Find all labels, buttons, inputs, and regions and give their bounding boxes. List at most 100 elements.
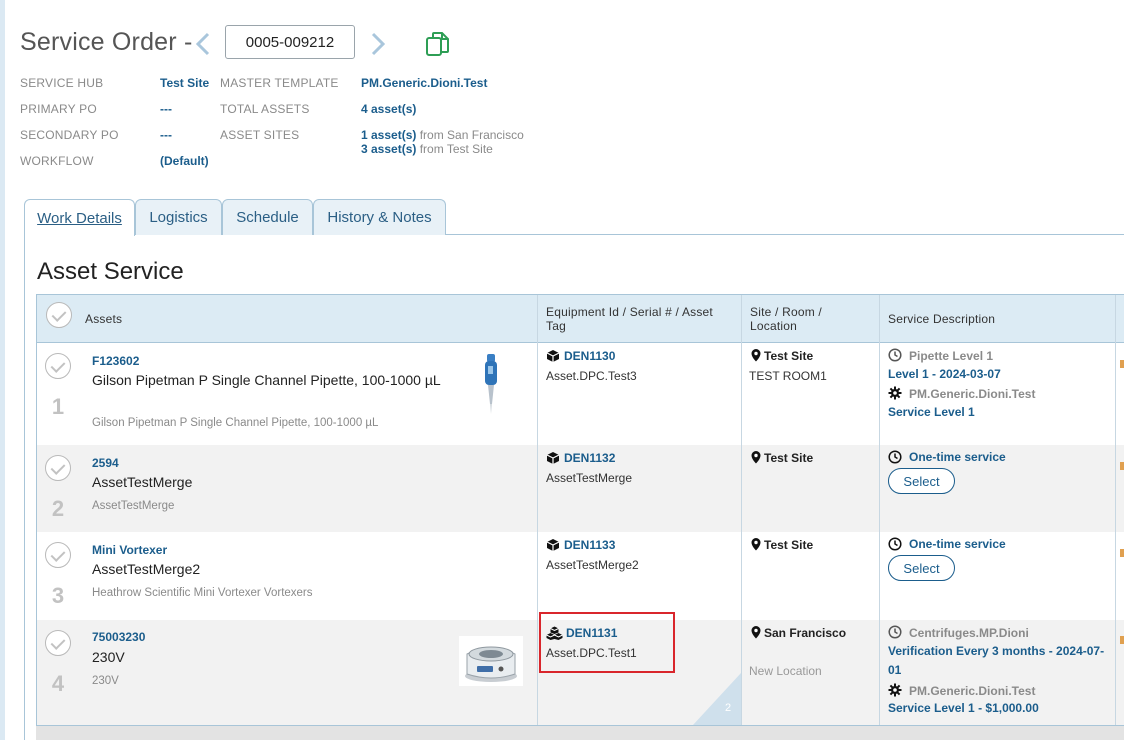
map-pin-icon	[751, 538, 761, 551]
gear-icon	[888, 386, 902, 400]
asset-site-2[interactable]: 3 asset(s) from Test Site	[361, 142, 493, 156]
workflow-label: WORKFLOW	[20, 154, 94, 168]
total-assets-value[interactable]: 4 asset(s)	[361, 102, 416, 116]
col-service[interactable]: Service Description	[880, 295, 1116, 343]
tab-schedule[interactable]: Schedule	[222, 199, 313, 235]
service-pm[interactable]: PM.Generic.Dioni.Test	[909, 684, 1035, 698]
site-name: San Francisco	[764, 626, 847, 640]
site-location: New Location	[749, 664, 822, 678]
equipment-tag: AssetTestMerge2	[546, 558, 639, 572]
col-equipment[interactable]: Equipment Id / Serial # / Asset Tag	[538, 295, 742, 343]
row-checkbox[interactable]	[45, 630, 71, 656]
chevron-left-icon[interactable]	[193, 30, 213, 58]
clock-icon	[888, 348, 902, 362]
copy-icon[interactable]	[424, 30, 452, 58]
status-marker	[1120, 462, 1124, 470]
row-number: 2	[51, 496, 65, 521]
one-time-service[interactable]: One-time service	[909, 535, 1006, 554]
asset-description: Gilson Pipetman P Single Channel Pipette…	[92, 417, 379, 429]
clock-icon	[888, 450, 902, 464]
map-pin-icon	[751, 626, 761, 639]
master-template-value[interactable]: PM.Generic.Dioni.Test	[361, 76, 487, 90]
status-marker	[1120, 360, 1124, 368]
centrifuge-image	[459, 636, 523, 691]
asset-id-link[interactable]: F123602	[92, 354, 139, 368]
map-pin-icon	[751, 349, 761, 362]
master-template-label: MASTER TEMPLATE	[220, 76, 339, 90]
service-verification[interactable]: Verification Every 3 months - 2024-07-	[888, 642, 1104, 661]
equipment-tag: Asset.DPC.Test3	[546, 369, 637, 383]
asset-sites-label: ASSET SITES	[220, 128, 300, 142]
service-level[interactable]: Service Level 1	[888, 403, 975, 422]
asset-description: AssetTestMerge	[92, 500, 175, 512]
status-marker	[1120, 636, 1124, 644]
row-number: 1	[51, 394, 65, 419]
asset-id-link[interactable]: 2594	[92, 456, 119, 470]
row-checkbox[interactable]	[45, 353, 71, 379]
section-title: Asset Service	[37, 258, 184, 285]
primary-po-value: ---	[160, 102, 172, 116]
equipment-id-link[interactable]: DEN1133	[564, 538, 615, 552]
primary-po-label: PRIMARY PO	[20, 102, 97, 116]
service-pm[interactable]: PM.Generic.Dioni.Test	[909, 387, 1035, 401]
asset-name: AssetTestMerge	[92, 474, 193, 490]
one-time-service[interactable]: One-time service	[909, 448, 1006, 467]
gear-icon	[888, 683, 902, 697]
tab-work-details[interactable]: Work Details	[24, 199, 135, 236]
column-divider	[741, 295, 742, 725]
chevron-right-icon[interactable]	[368, 30, 388, 58]
col-site[interactable]: Site / Room / Location	[742, 295, 880, 343]
service-template[interactable]: Pipette Level 1	[909, 349, 993, 363]
select-service-button[interactable]: Select	[888, 555, 955, 581]
service-level[interactable]: Service Level 1 - $1,000.00	[888, 699, 1039, 718]
equipment-id-link[interactable]: DEN1132	[564, 451, 615, 465]
asset-description: Heathrow Scientific Mini Vortexer Vortex…	[92, 587, 313, 599]
site-room: TEST ROOM1	[749, 369, 827, 383]
tab-history-notes[interactable]: History & Notes	[313, 199, 446, 235]
box-icon	[546, 350, 560, 362]
corner-count: 2	[725, 702, 732, 714]
equipment-tag: AssetTestMerge	[546, 471, 633, 485]
secondary-po-value: ---	[160, 128, 172, 142]
tab-logistics[interactable]: Logistics	[135, 199, 222, 235]
left-edge-strip	[0, 0, 5, 740]
select-service-button[interactable]: Select	[888, 468, 955, 494]
map-pin-icon	[751, 451, 761, 464]
table-header: Assets Equipment Id / Serial # / Asset T…	[37, 295, 1124, 343]
col-assets[interactable]: Assets	[77, 295, 537, 343]
corner-count-badge[interactable]: 2	[693, 673, 741, 725]
page-title: Service Order -	[20, 27, 193, 56]
box-icon	[546, 539, 560, 551]
row-number: 4	[51, 671, 65, 696]
asset-id-link[interactable]: Mini Vortexer	[92, 543, 167, 557]
asset-name: Gilson Pipetman P Single Channel Pipette…	[92, 372, 441, 388]
column-divider	[879, 295, 880, 725]
asset-name: AssetTestMerge2	[92, 561, 201, 577]
row-checkbox[interactable]	[45, 455, 71, 481]
clock-icon	[888, 625, 902, 639]
site-name: Test Site	[764, 349, 814, 363]
equipment-id-link[interactable]: DEN1130	[564, 349, 615, 363]
service-level-date[interactable]: Level 1 - 2024-03-07	[888, 365, 1001, 384]
box-icon	[546, 452, 560, 464]
row-number: 3	[51, 583, 65, 608]
tab-panel-border	[24, 234, 25, 740]
secondary-po-label: SECONDARY PO	[20, 128, 119, 142]
row-checkbox[interactable]	[45, 542, 71, 568]
service-hub-label: SERVICE HUB	[20, 76, 104, 90]
service-verification-cont[interactable]: 01	[888, 661, 901, 680]
status-marker	[1120, 549, 1124, 557]
asset-id-link[interactable]: 75003230	[92, 630, 145, 644]
select-all-checkbox[interactable]	[46, 302, 72, 328]
clock-icon	[888, 537, 902, 551]
title-row: Service Order -	[20, 24, 192, 60]
asset-name: 230V	[92, 649, 125, 665]
service-template[interactable]: Centrifuges.MP.Dioni	[909, 626, 1029, 640]
workflow-value[interactable]: (Default)	[160, 154, 209, 168]
total-assets-label: TOTAL ASSETS	[220, 102, 310, 116]
order-number-input[interactable]	[225, 25, 355, 59]
service-hub-value[interactable]: Test Site	[160, 76, 209, 90]
asset-description: 230V	[92, 675, 119, 687]
site-name: Test Site	[764, 538, 814, 552]
asset-site-1[interactable]: 1 asset(s) from San Francisco	[361, 128, 524, 142]
